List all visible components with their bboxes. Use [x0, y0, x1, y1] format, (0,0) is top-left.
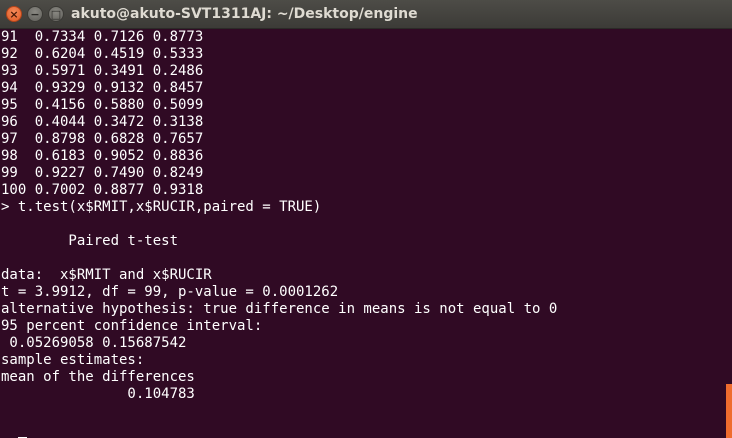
terminal-line: Paired t-test [1, 233, 179, 249]
terminal-line: 95 0.4156 0.5880 0.5099 [1, 97, 204, 113]
terminal-window: × − □ akuto@akuto-SVT1311AJ: ~/Desktop/e… [0, 0, 732, 438]
terminal-output[interactable]: 91 0.7334 0.7126 0.8773 92 0.6204 0.4519 … [0, 29, 724, 438]
close-icon: × [9, 7, 19, 21]
terminal-line: t = 3.9912, df = 99, p-value = 0.0001262 [1, 284, 339, 300]
terminal-line: mean of the differences [1, 369, 195, 385]
scrollbar-thumb[interactable] [726, 384, 732, 438]
terminal-line: 0.05269058 0.15687542 [1, 335, 187, 351]
minimize-button[interactable]: − [27, 6, 43, 22]
terminal-line: 97 0.8798 0.6828 0.7657 [1, 131, 204, 147]
terminal-line: 94 0.9329 0.9132 0.8457 [1, 80, 204, 96]
maximize-icon: □ [50, 7, 62, 21]
terminal-line: 93 0.5971 0.3491 0.2486 [1, 63, 204, 79]
terminal-line: 99 0.9227 0.7490 0.8249 [1, 165, 204, 181]
terminal-line: > t.test(x$RMIT,x$RUCIR,paired = TRUE) [1, 199, 322, 215]
terminal-line: 91 0.7334 0.7126 0.8773 [1, 29, 204, 45]
terminal-line: sample estimates: [1, 352, 145, 368]
terminal-line: alternative hypothesis: true difference … [1, 301, 558, 317]
window-title: akuto@akuto-SVT1311AJ: ~/Desktop/engine [71, 6, 418, 22]
scrollbar[interactable] [726, 29, 732, 438]
terminal-line: 92 0.6204 0.4519 0.5333 [1, 46, 204, 62]
terminal-line: 100 0.7002 0.8877 0.9318 [1, 182, 204, 198]
terminal-line: 95 percent confidence interval: [1, 318, 263, 334]
terminal-line: 96 0.4044 0.3472 0.3138 [1, 114, 204, 130]
title-bar[interactable]: × − □ akuto@akuto-SVT1311AJ: ~/Desktop/e… [0, 0, 732, 29]
close-button[interactable]: × [6, 6, 22, 22]
terminal-line: 98 0.6183 0.9052 0.8836 [1, 148, 204, 164]
maximize-button[interactable]: □ [48, 6, 64, 22]
terminal-line: 0.104783 [1, 386, 195, 402]
minimize-icon: − [30, 7, 40, 21]
terminal-line: data: x$RMIT and x$RUCIR [1, 267, 212, 283]
